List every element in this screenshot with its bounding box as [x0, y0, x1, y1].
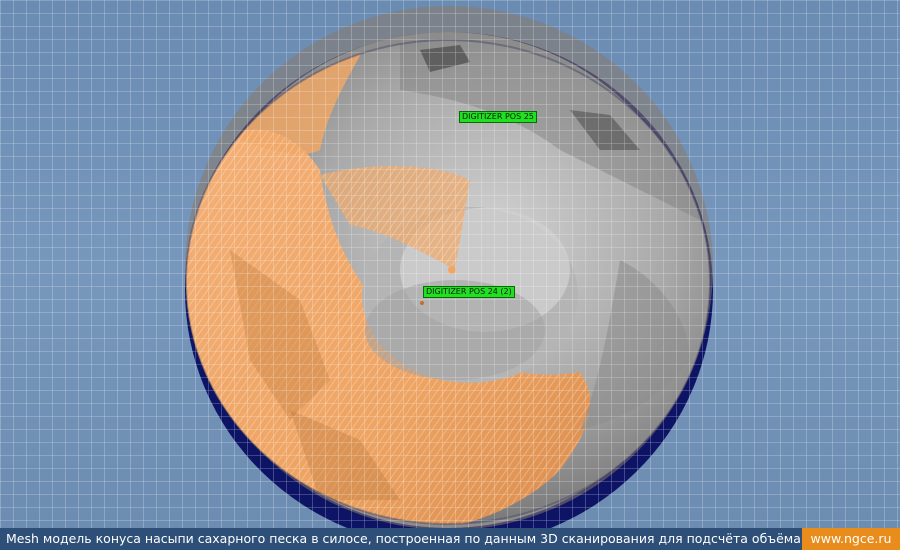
- 3d-viewport[interactable]: DIGITIZER POS 25 DIGITIZER POS 24 (2): [0, 0, 900, 528]
- digitizer-pos-24-label[interactable]: DIGITIZER POS 24 (2): [423, 286, 515, 298]
- digitizer-pos-25-label[interactable]: DIGITIZER POS 25: [459, 111, 537, 123]
- image-caption: Mesh модель конуса насыпи сахарного песк…: [6, 531, 801, 546]
- mesh-scene: [0, 0, 900, 528]
- site-link[interactable]: www.ngce.ru: [802, 528, 900, 550]
- grid-overlay: [0, 0, 900, 528]
- caption-bar: Mesh модель конуса насыпи сахарного песк…: [0, 528, 900, 550]
